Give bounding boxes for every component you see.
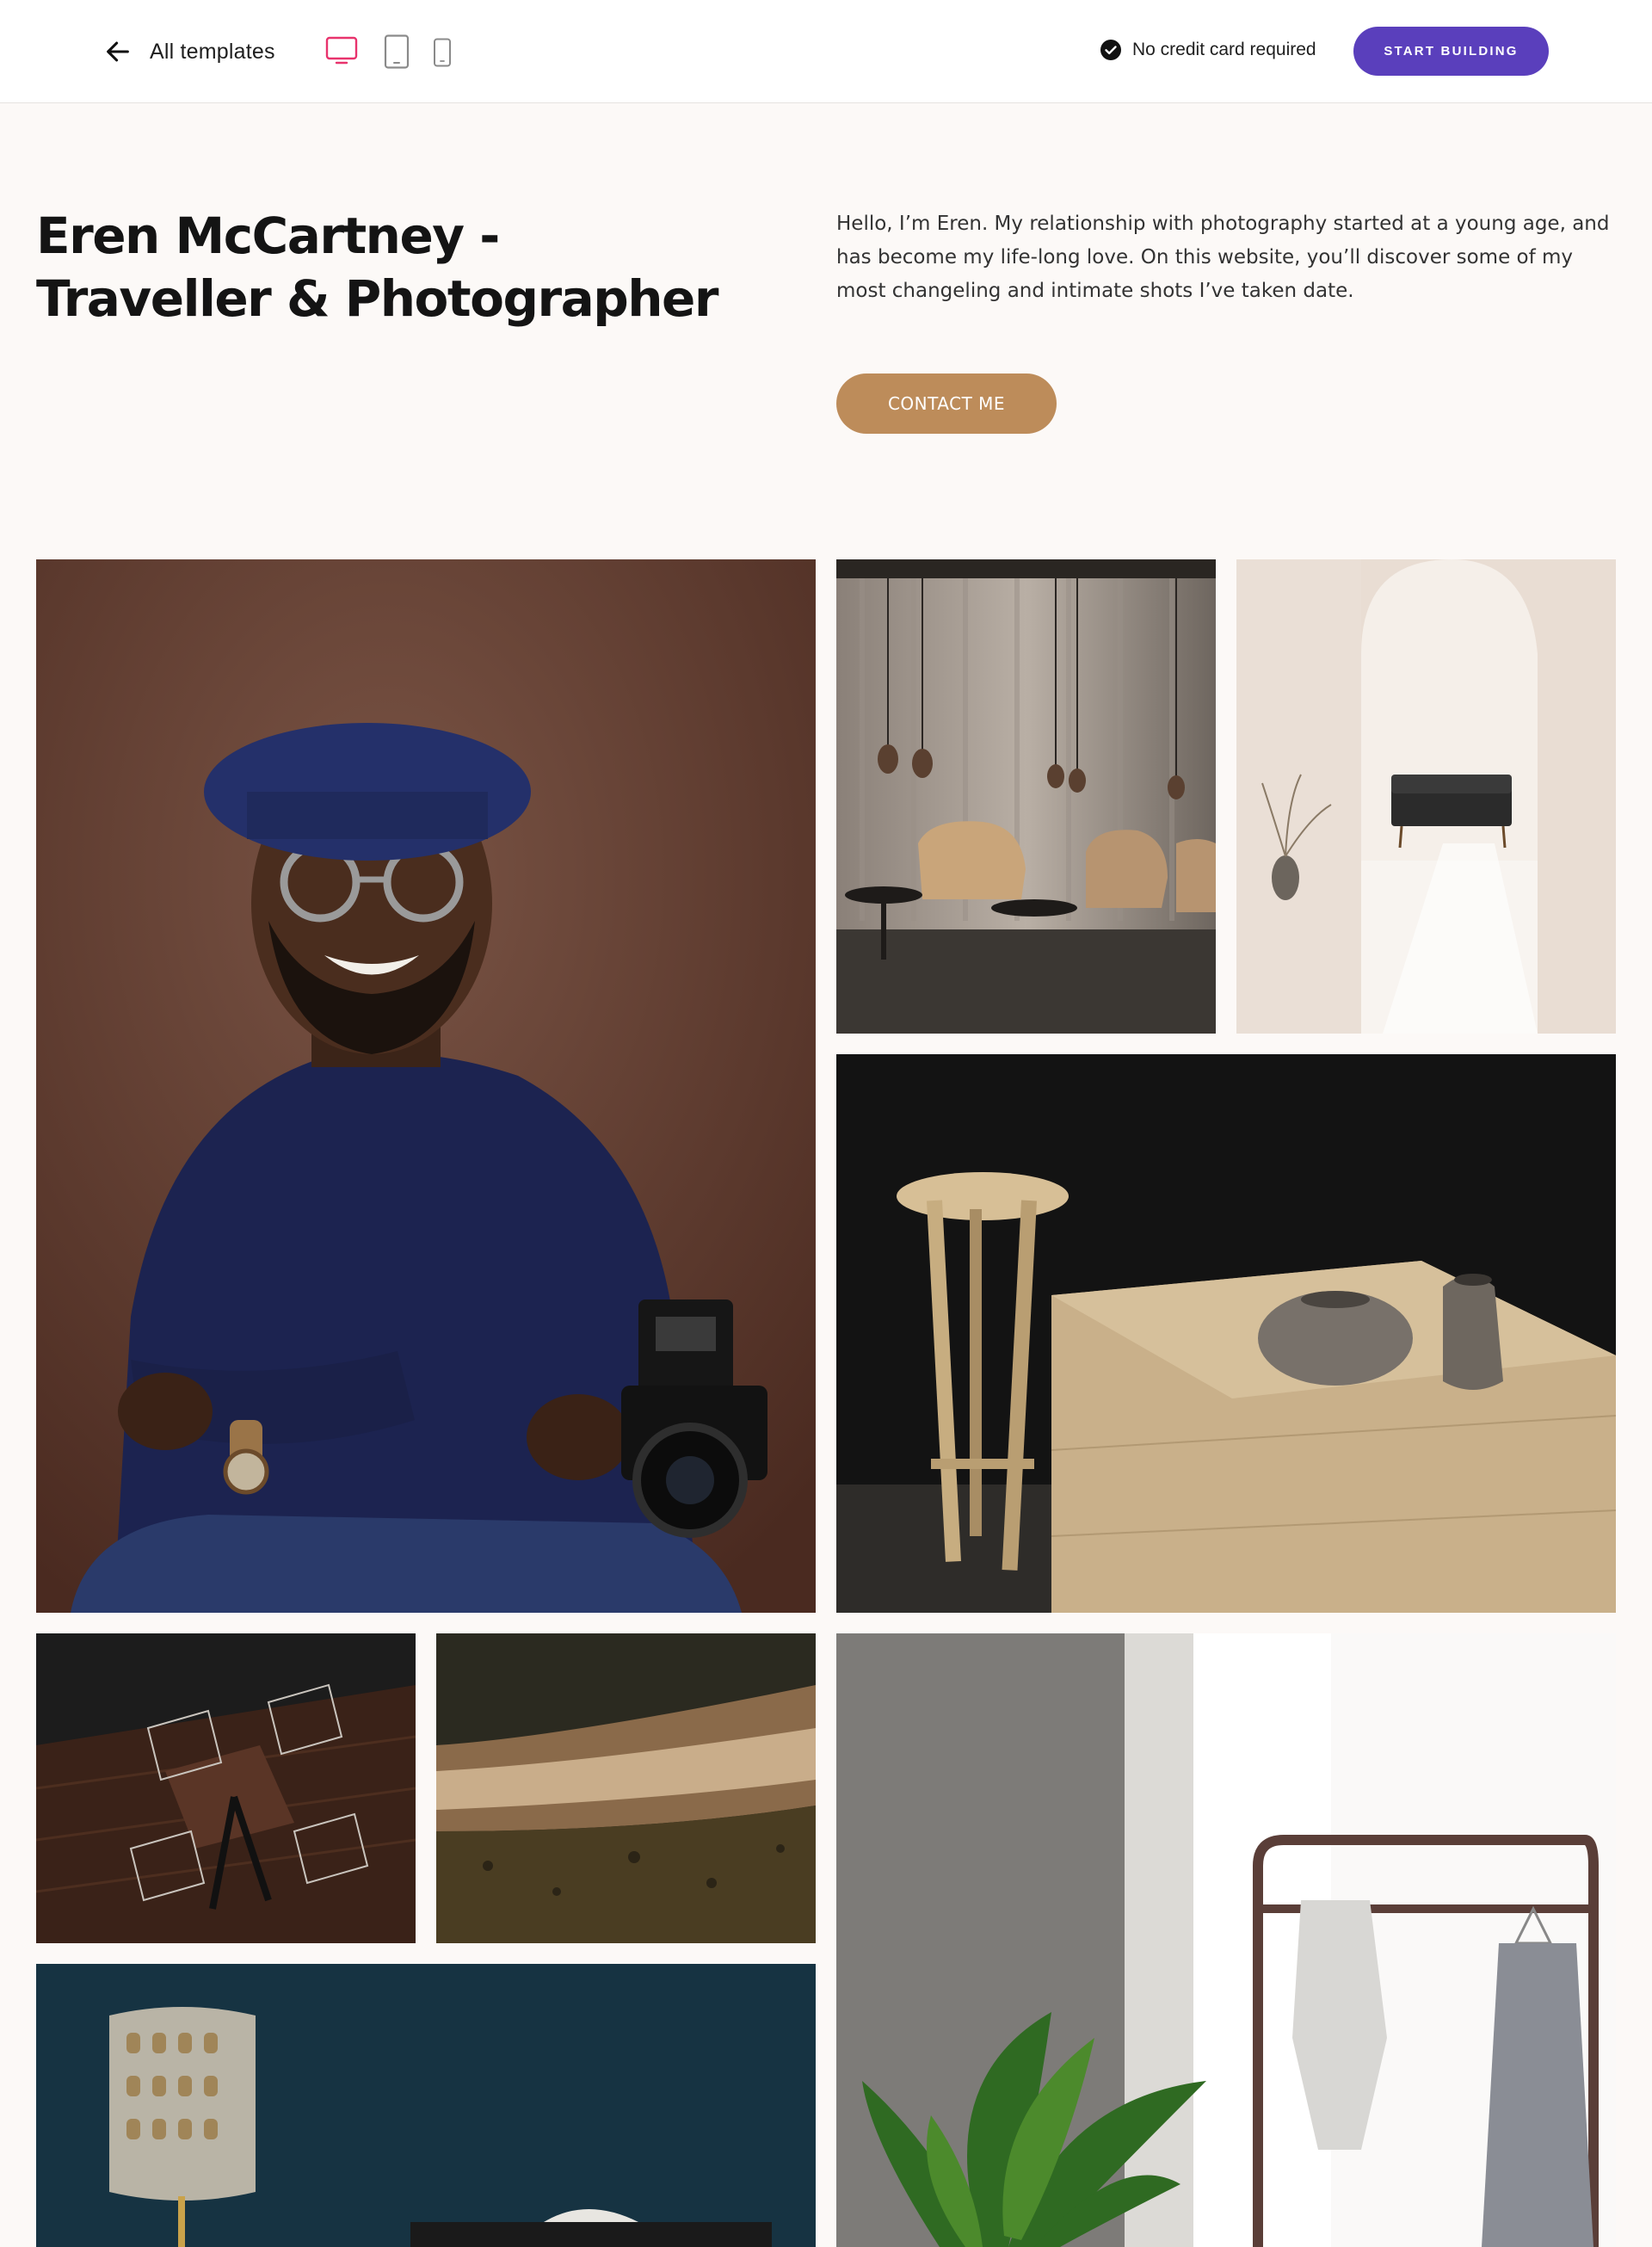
arch-room-photo[interactable] [1236, 559, 1616, 1034]
check-circle-icon [1100, 40, 1121, 60]
stool-vases-image [836, 1054, 1616, 1613]
photographer-portrait-photo[interactable] [36, 559, 816, 1613]
page-title: Eren McCartney - Traveller & Photographe… [36, 207, 718, 328]
no-credit-card-badge: No credit card required [1100, 39, 1316, 61]
cafe-tables-photo[interactable] [36, 1633, 416, 1943]
clothes-rack-photo[interactable] [836, 1633, 1616, 2247]
desktop-view-button[interactable] [325, 34, 358, 67]
mobile-view-button[interactable] [433, 38, 452, 67]
stool-vases-photo[interactable] [836, 1054, 1616, 1613]
aerial-beach-image [436, 1633, 816, 1943]
lounge-chairs-photo[interactable] [836, 559, 1216, 1034]
cafe-tables-image [36, 1633, 416, 1943]
mobile-icon [434, 38, 451, 67]
all-templates-link[interactable]: All templates [103, 33, 275, 71]
contact-me-button[interactable]: CONTACT ME [836, 373, 1057, 434]
start-building-button[interactable]: START BUILDING [1353, 27, 1549, 76]
arrow-left-icon [107, 41, 129, 62]
no-credit-card-label: No credit card required [1132, 40, 1316, 59]
top-bar: All templates No credit card required ST… [0, 0, 1652, 103]
desktop-icon [325, 36, 358, 65]
intro-text: Hello, I’m Eren. My relationship with ph… [836, 213, 1610, 302]
arch-room-image [1236, 559, 1616, 1034]
clothes-rack-image [836, 1633, 1616, 2247]
lamp-teal-wall-photo[interactable] [36, 1964, 816, 2247]
lounge-image [836, 559, 1216, 1034]
all-templates-label: All templates [150, 39, 275, 64]
aerial-beach-photo[interactable] [436, 1633, 816, 1943]
tablet-view-button[interactable] [384, 34, 410, 69]
portrait-image [36, 559, 816, 1613]
tablet-icon [384, 34, 410, 69]
lamp-image [36, 1964, 816, 2247]
